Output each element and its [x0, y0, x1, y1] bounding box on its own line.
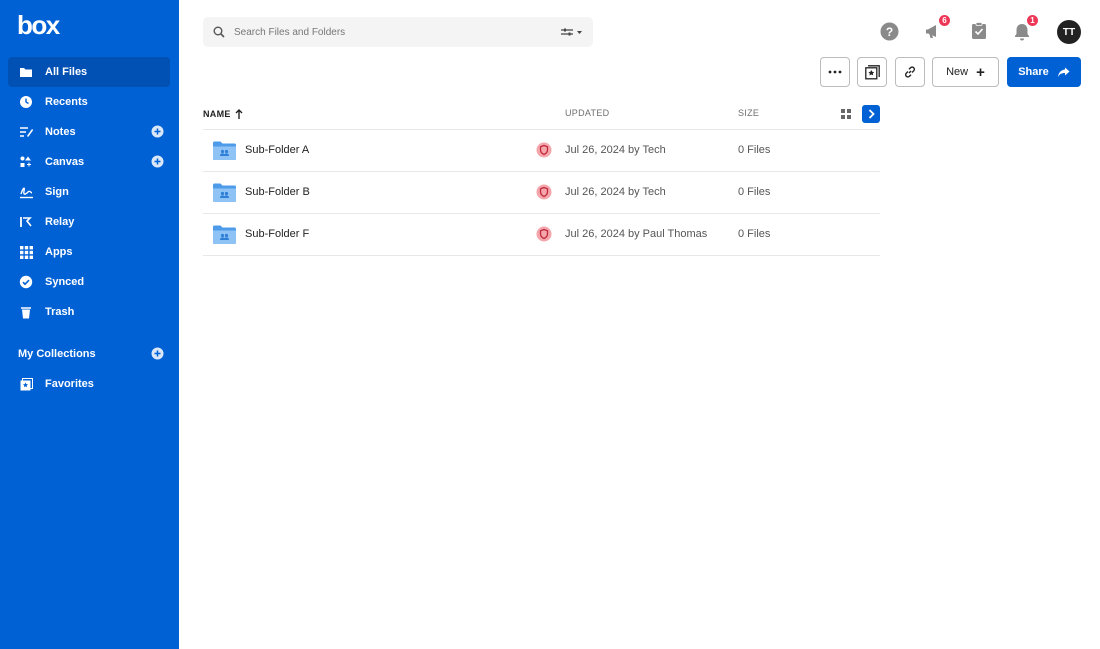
- sign-icon: [18, 184, 34, 200]
- collaborated-folder-icon: [213, 225, 236, 244]
- file-name[interactable]: Sub-Folder F: [245, 228, 309, 240]
- new-button-label: New: [946, 66, 969, 78]
- sidebar-item-label: Sign: [45, 186, 69, 198]
- sidebar-item-recents[interactable]: Recents: [8, 87, 170, 117]
- classification-shield-icon[interactable]: [536, 184, 552, 200]
- table-row[interactable]: Sub-Folder F Jul 26, 2024 by Paul Thomas…: [203, 214, 880, 256]
- sidebar-item-trash[interactable]: Trash: [8, 297, 170, 327]
- classification-shield-icon[interactable]: [536, 142, 552, 158]
- file-name[interactable]: Sub-Folder B: [245, 186, 310, 198]
- canvas-icon: [18, 154, 34, 170]
- my-collections-header[interactable]: My Collections: [8, 339, 170, 369]
- updated-info: Jul 26, 2024 by Paul Thomas: [565, 228, 708, 240]
- sidebar-item-label: Trash: [45, 306, 75, 318]
- add-collection-icon[interactable]: [151, 347, 164, 360]
- files-table: NAME UPDATED SIZE Sub-Folder A Jul 26, 2…: [203, 100, 880, 256]
- announcements-button[interactable]: 6: [923, 14, 951, 42]
- collections-section: My Collections Favorites: [8, 339, 170, 399]
- sidebar-item-apps[interactable]: Apps: [8, 237, 170, 267]
- search-input[interactable]: [234, 26, 534, 38]
- sidebar-item-label: Relay: [45, 216, 75, 228]
- notifications-button[interactable]: 1: [1011, 14, 1039, 42]
- file-name[interactable]: Sub-Folder A: [245, 144, 309, 156]
- sidebar-item-label: Recents: [45, 96, 88, 108]
- tasks-icon: [972, 22, 986, 39]
- sidebar-panel-toggle[interactable]: [862, 105, 880, 123]
- search-bar[interactable]: [203, 17, 593, 47]
- search-icon: [213, 26, 225, 38]
- collection-star-icon: [864, 64, 880, 79]
- table-row[interactable]: Sub-Folder A Jul 26, 2024 by Tech 0 File…: [203, 130, 880, 172]
- add-to-collection-button[interactable]: [857, 57, 887, 87]
- sidebar-item-relay[interactable]: Relay: [8, 207, 170, 237]
- app: box All Files Recents Notes Canvas Sign …: [0, 0, 1100, 649]
- notes-icon: [18, 124, 34, 140]
- help-button[interactable]: ?: [878, 20, 900, 42]
- column-header-updated[interactable]: UPDATED: [565, 108, 609, 118]
- user-avatar[interactable]: TT: [1057, 20, 1081, 44]
- box-logo[interactable]: box: [17, 12, 65, 40]
- file-size: 0 Files: [738, 228, 771, 240]
- sidebar-item-label: Apps: [45, 246, 73, 258]
- plus-icon: +: [976, 63, 985, 81]
- sidebar: box All Files Recents Notes Canvas Sign …: [0, 0, 179, 649]
- file-size: 0 Files: [738, 186, 771, 198]
- file-size: 0 Files: [738, 144, 771, 156]
- chevron-right-icon: [868, 109, 875, 119]
- sort-arrow-up-icon: [235, 109, 243, 119]
- relay-icon: [18, 214, 34, 230]
- sidebar-item-synced[interactable]: Synced: [8, 267, 170, 297]
- sidebar-item-label: Synced: [45, 276, 85, 288]
- share-arrow-icon: [1057, 67, 1070, 77]
- grid-view-icon[interactable]: [841, 109, 851, 119]
- table-row[interactable]: Sub-Folder B Jul 26, 2024 by Tech 0 File…: [203, 172, 880, 214]
- trash-icon: [18, 304, 34, 320]
- sidebar-item-sign[interactable]: Sign: [8, 177, 170, 207]
- collaborated-folder-icon: [213, 183, 236, 202]
- more-dots-icon: [828, 70, 842, 74]
- check-circle-icon: [18, 274, 34, 290]
- updated-info: Jul 26, 2024 by Tech: [565, 144, 666, 156]
- collections-label: My Collections: [18, 348, 96, 360]
- sidebar-item-label: Favorites: [45, 378, 94, 390]
- sidebar-item-notes[interactable]: Notes: [8, 117, 170, 147]
- sidebar-nav: All Files Recents Notes Canvas Sign Rela…: [8, 57, 170, 327]
- apps-grid-icon: [18, 244, 34, 260]
- folder-icon: [18, 64, 34, 80]
- updated-info: Jul 26, 2024 by Tech: [565, 186, 666, 198]
- sidebar-item-all-files[interactable]: All Files: [8, 57, 170, 87]
- share-button[interactable]: Share: [1007, 57, 1081, 87]
- sidebar-item-label: All Files: [45, 66, 88, 78]
- more-options-button[interactable]: [820, 57, 850, 87]
- sidebar-item-canvas[interactable]: Canvas: [8, 147, 170, 177]
- link-icon: [905, 66, 915, 78]
- svg-text:box: box: [17, 12, 61, 40]
- share-button-label: Share: [1018, 66, 1049, 78]
- table-header: NAME UPDATED SIZE: [203, 100, 880, 130]
- collaborated-folder-icon: [213, 141, 236, 160]
- svg-text:?: ?: [885, 25, 892, 39]
- column-header-name[interactable]: NAME: [203, 109, 243, 119]
- copy-link-button[interactable]: [895, 57, 925, 87]
- add-canvas-icon[interactable]: [151, 155, 164, 168]
- search-filter-icon[interactable]: [561, 26, 583, 38]
- new-button[interactable]: New +: [932, 57, 999, 87]
- notification-badge: 1: [1026, 14, 1039, 27]
- tasks-button[interactable]: [968, 20, 990, 42]
- classification-shield-icon[interactable]: [536, 226, 552, 242]
- announcement-badge: 6: [938, 14, 951, 27]
- clock-icon: [18, 94, 34, 110]
- column-header-size[interactable]: SIZE: [738, 108, 759, 118]
- add-note-icon[interactable]: [151, 125, 164, 138]
- sidebar-item-label: Canvas: [45, 156, 85, 168]
- help-icon: ?: [880, 22, 898, 40]
- star-icon: [18, 376, 34, 392]
- sidebar-item-favorites[interactable]: Favorites: [8, 369, 170, 399]
- sidebar-item-label: Notes: [45, 126, 76, 138]
